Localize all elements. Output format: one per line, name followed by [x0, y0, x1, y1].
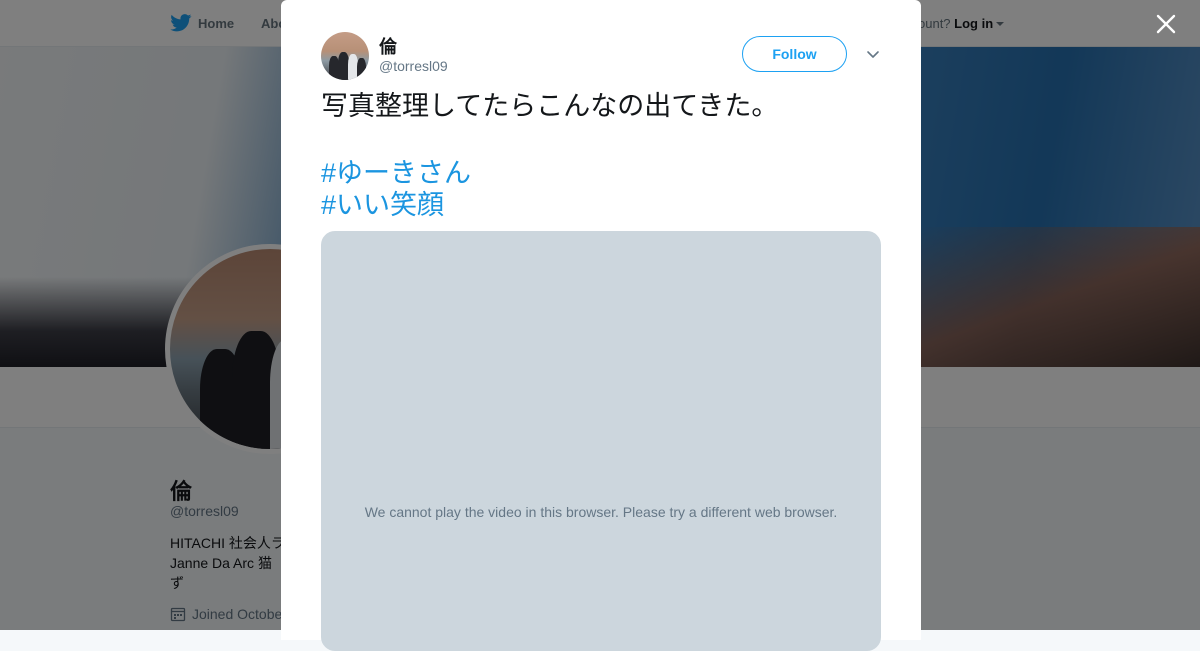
hashtag-link[interactable]: #ゆーきさん — [321, 157, 471, 189]
follow-button[interactable]: Follow — [742, 36, 847, 72]
chevron-down-icon — [867, 51, 879, 58]
tweet-modal: 倫 @torresl09 Follow 写真整理してたらこんなの出てきた。 #ゆ… — [281, 0, 921, 651]
tweet-video-player[interactable]: We cannot play the video in this browser… — [321, 231, 881, 651]
tweet-author-avatar[interactable] — [321, 32, 369, 80]
hashtag-link[interactable]: #いい笑顔 — [321, 189, 471, 221]
tweet-author-handle[interactable]: @torresl09 — [379, 58, 448, 74]
tweet-author-name[interactable]: 倫 — [379, 33, 397, 59]
video-unsupported-message: We cannot play the video in this browser… — [364, 504, 838, 520]
close-modal-button[interactable] — [1152, 10, 1180, 38]
tweet-text: 写真整理してたらこんなの出てきた。 — [321, 91, 779, 121]
tweet-more-menu[interactable] — [863, 44, 883, 64]
close-icon — [1156, 14, 1176, 34]
tweet-hashtags: #ゆーきさん #いい笑顔 — [321, 157, 471, 221]
